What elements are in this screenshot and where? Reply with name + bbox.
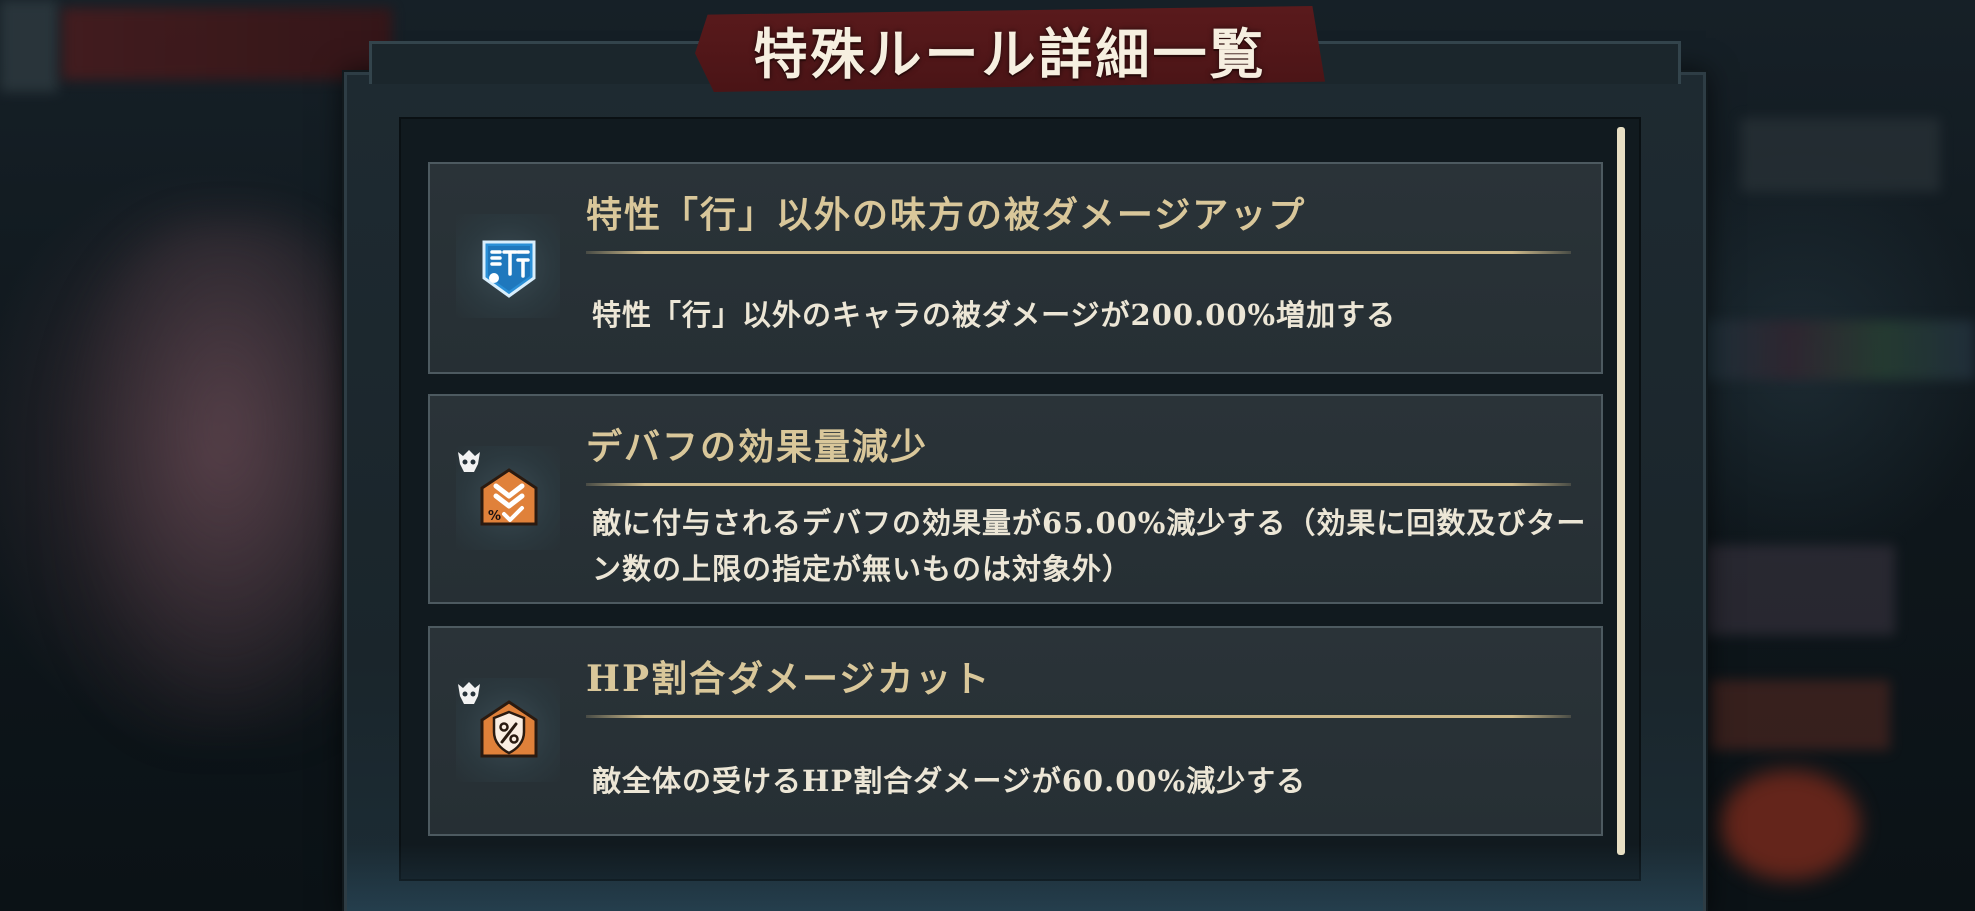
shield-gyo-icon (482, 240, 536, 298)
skull-icon (458, 450, 480, 472)
background-right-bar (1710, 680, 1890, 750)
rule-description: 特性「行」以外のキャラの被ダメージが200.00%増加する (592, 298, 1397, 332)
rules-scrollbar[interactable] (1617, 127, 1625, 855)
rule-card: % デバフの効果量減少 敵に付与されるデバフの効果量が65.00%減少する（効果… (428, 394, 1603, 604)
background-red-banner (62, 8, 392, 80)
screen: 特殊ルール詳細一覧 特性「行」以外の味方の被ダメージアップ 特性「行」以外のキャ… (0, 0, 1975, 911)
rule-divider (586, 251, 1571, 254)
background-right-button (1740, 118, 1940, 192)
debuff-down-icon: % (480, 468, 538, 526)
skull-icon (458, 682, 480, 704)
rule-card: 特性「行」以外の味方の被ダメージアップ 特性「行」以外のキャラの被ダメージが20… (428, 162, 1603, 374)
background-right-orb (1720, 770, 1860, 880)
dialog-title: 特殊ルール詳細一覧 (753, 21, 1267, 86)
rule-card: HP割合ダメージカット 敵全体の受けるHP割合ダメージが60.00%減少する (428, 626, 1603, 836)
svg-text:%: % (488, 509, 501, 524)
background-left-chip (0, 0, 58, 92)
shield-percent-icon (480, 700, 538, 758)
background-right-thumbnail (1705, 545, 1895, 635)
background-right-strip (1700, 320, 1975, 380)
rule-title: 特性「行」以外の味方の被ダメージアップ (586, 194, 1307, 236)
rule-description: 敵に付与されるデバフの効果量が65.00%減少する（効果に回数及びターン数の上限… (592, 506, 1587, 586)
rule-divider (586, 483, 1571, 486)
rule-divider (586, 715, 1571, 718)
background-character (60, 220, 390, 740)
rule-title: HP割合ダメージカット (586, 658, 992, 700)
rule-description: 敵全体の受けるHP割合ダメージが60.00%減少する (592, 764, 1307, 798)
rule-title: デバフの効果量減少 (586, 426, 929, 468)
